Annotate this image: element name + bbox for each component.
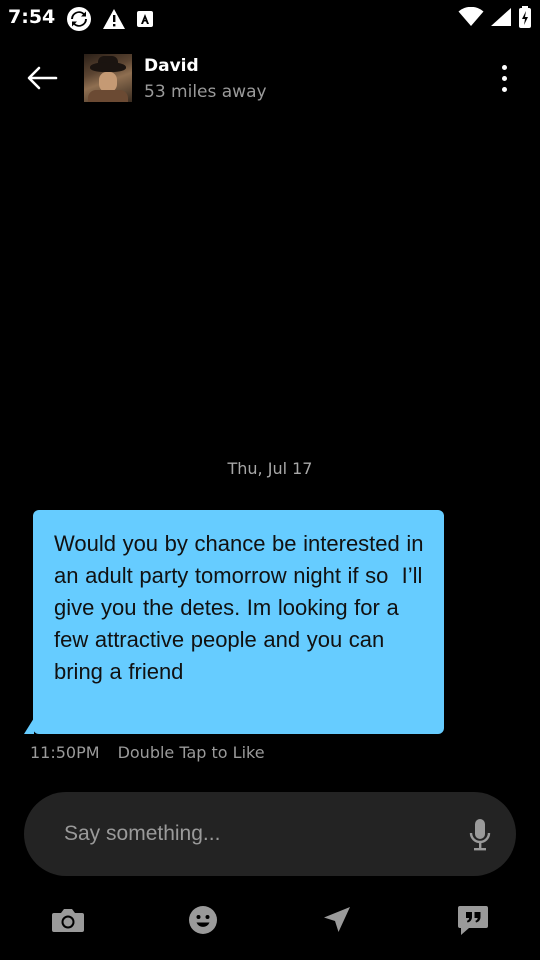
quick-replies-button[interactable] bbox=[453, 900, 493, 940]
emoji-icon bbox=[189, 906, 217, 934]
signal-icon bbox=[490, 7, 512, 31]
message-bubble[interactable]: Would you by chance be interested in an … bbox=[22, 510, 446, 736]
font-box-icon bbox=[136, 10, 154, 32]
date-divider: Thu, Jul 17 bbox=[227, 459, 313, 478]
chat-toolbar bbox=[0, 896, 540, 940]
message-meta: 11:50PM Double Tap to Like bbox=[30, 743, 265, 762]
message-text: Would you by chance be interested in an … bbox=[54, 531, 431, 684]
warning-icon bbox=[102, 8, 126, 34]
contact-name[interactable]: David bbox=[144, 56, 199, 76]
double-tap-hint: Double Tap to Like bbox=[117, 743, 265, 762]
more-vertical-icon bbox=[501, 64, 507, 70]
avatar[interactable] bbox=[84, 54, 132, 102]
status-time: 7:54 bbox=[8, 6, 56, 28]
message-composer bbox=[24, 792, 516, 876]
more-options-button[interactable] bbox=[488, 60, 520, 96]
sync-icon bbox=[66, 6, 92, 36]
status-notification-icons bbox=[66, 6, 154, 36]
camera-button[interactable] bbox=[48, 900, 88, 940]
location-arrow-icon bbox=[324, 907, 350, 932]
chat-header: David 53 miles away bbox=[0, 44, 540, 112]
quick-replies-icon bbox=[458, 906, 488, 935]
share-location-button[interactable] bbox=[317, 900, 357, 940]
status-system-icons bbox=[458, 6, 532, 32]
microphone-icon bbox=[469, 819, 491, 851]
status-bar: 7:54 bbox=[0, 0, 540, 36]
camera-icon bbox=[52, 909, 84, 932]
back-button[interactable] bbox=[22, 60, 62, 96]
arrow-left-icon bbox=[27, 66, 58, 90]
voice-message-button[interactable] bbox=[466, 816, 494, 854]
battery-charging-icon bbox=[518, 6, 532, 32]
message-input[interactable] bbox=[64, 812, 454, 856]
chat-screen: 7:54 David 53 miles away Thu, Jul 17 Wou… bbox=[0, 0, 540, 960]
contact-distance: 53 miles away bbox=[144, 82, 267, 102]
emoji-button[interactable] bbox=[183, 900, 223, 940]
wifi-icon bbox=[458, 6, 484, 31]
message-timestamp: 11:50PM bbox=[30, 743, 100, 762]
